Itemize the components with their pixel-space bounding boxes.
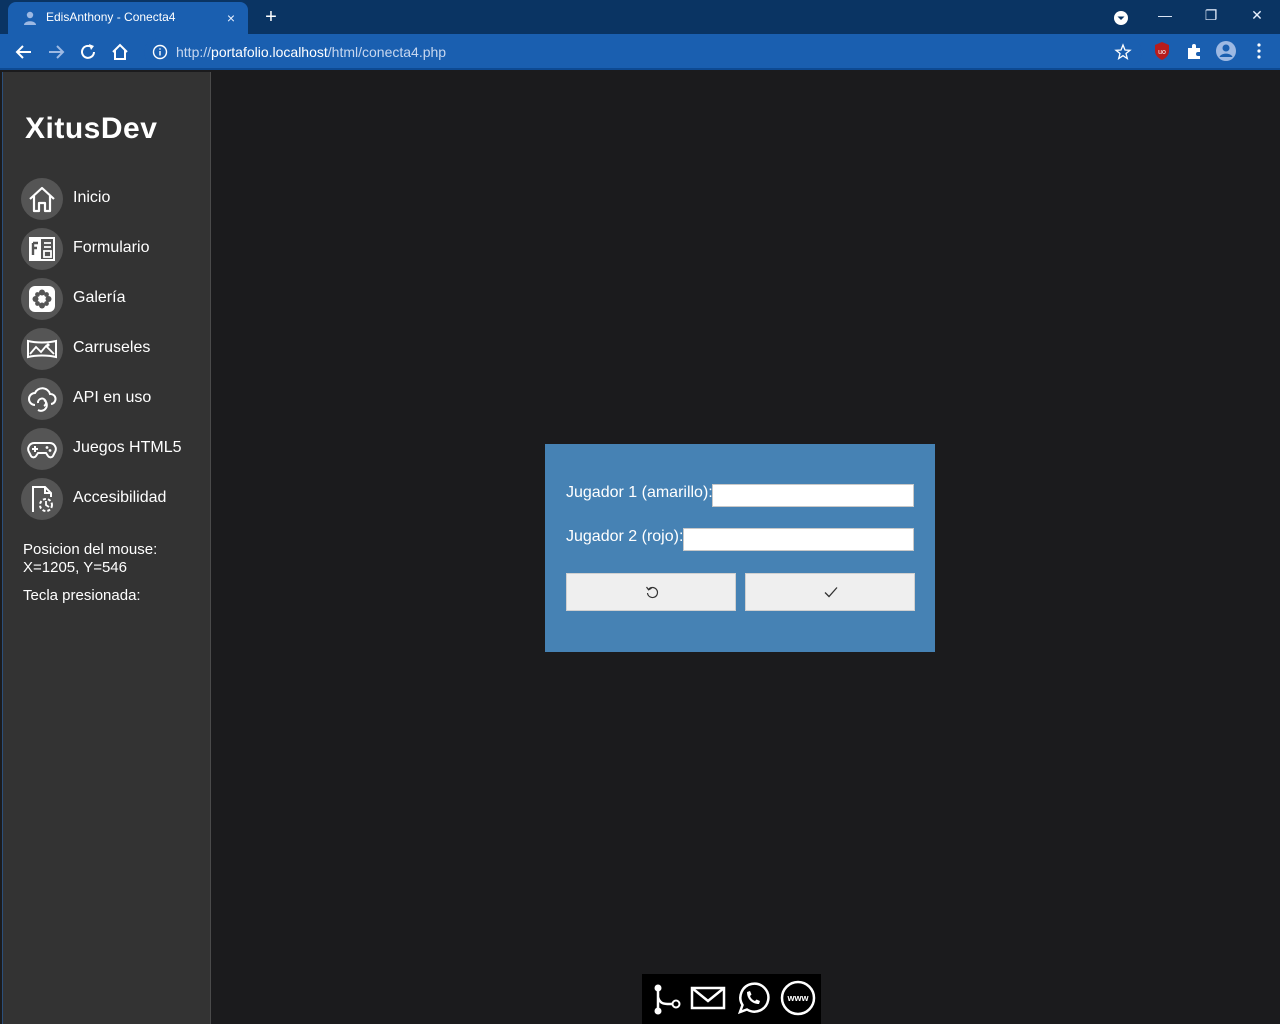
new-tab-button[interactable]: + xyxy=(258,5,284,29)
key-pressed-label: Tecla presionada: xyxy=(23,587,141,604)
mouse-position-value: X=1205, Y=546 xyxy=(23,559,127,576)
browser-titlebar: EdisAnthony - Conecta4 × + — ❐ ✕ xyxy=(0,0,1280,34)
tab-title: EdisAnthony - Conecta4 xyxy=(46,10,176,24)
git-icon[interactable] xyxy=(646,979,684,1017)
home-icon[interactable] xyxy=(106,38,134,66)
sidebar-item-galeria[interactable]: Galería xyxy=(21,278,206,322)
browser-menu-icon[interactable] xyxy=(1248,40,1270,62)
close-window-button[interactable]: ✕ xyxy=(1234,0,1280,34)
www-icon[interactable]: www xyxy=(779,979,817,1017)
minimize-button[interactable]: — xyxy=(1142,0,1188,34)
player2-label: Jugador 2 (rojo): xyxy=(566,528,684,545)
player1-label: Jugador 1 (amarillo): xyxy=(566,484,713,501)
sidebar-item-label: Carruseles xyxy=(73,339,151,356)
extensions-puzzle-icon[interactable] xyxy=(1183,40,1205,62)
check-icon xyxy=(824,587,838,598)
ublock-icon[interactable]: uo xyxy=(1151,40,1173,62)
restore-button[interactable]: ❐ xyxy=(1188,0,1234,34)
url-text: http://portafolio.localhost/html/conecta… xyxy=(176,44,447,60)
profile-avatar-icon[interactable] xyxy=(1215,40,1237,62)
tab-close-icon[interactable]: × xyxy=(222,9,240,27)
sidebar-item-accesibilidad[interactable]: Accesibilidad xyxy=(21,478,206,522)
sidebar-item-formulario[interactable]: Formulario xyxy=(21,228,206,272)
bookmark-star-icon[interactable] xyxy=(1114,43,1132,61)
sidebar: XitusDev Inicio Formulario Galería Carru… xyxy=(2,72,211,1024)
back-arrow-icon[interactable] xyxy=(10,38,38,66)
form-icon xyxy=(21,228,63,270)
brand-logo-text: XitusDev xyxy=(25,112,158,145)
player1-input[interactable] xyxy=(712,484,914,507)
sidebar-item-label: Accesibilidad xyxy=(73,489,167,506)
sidebar-item-label: Inicio xyxy=(73,189,111,206)
svg-text:www: www xyxy=(786,993,809,1003)
site-info-icon[interactable] xyxy=(152,44,168,60)
profile-favicon-icon xyxy=(24,11,36,25)
home-icon xyxy=(21,178,63,220)
sidebar-item-carruseles[interactable]: Carruseles xyxy=(21,328,206,372)
sidebar-item-inicio[interactable]: Inicio xyxy=(21,178,206,222)
sidebar-item-label: Formulario xyxy=(73,239,150,256)
player-names-dialog: Jugador 1 (amarillo): Jugador 2 (rojo): xyxy=(545,444,935,652)
reload-icon[interactable] xyxy=(74,38,102,66)
gamepad-icon xyxy=(21,428,63,470)
address-bar[interactable]: http://portafolio.localhost/html/conecta… xyxy=(144,38,1142,66)
mouse-position-label: Posicion del mouse: xyxy=(23,541,158,558)
confirm-button[interactable] xyxy=(745,573,915,611)
gallery-icon xyxy=(21,278,63,320)
player2-input[interactable] xyxy=(683,528,914,551)
accessibility-icon xyxy=(21,478,63,520)
footer-links: www xyxy=(642,974,821,1024)
sidebar-item-label: Juegos HTML5 xyxy=(73,439,182,456)
sidebar-item-label: Galería xyxy=(73,289,126,306)
reset-button[interactable] xyxy=(566,573,736,611)
reset-icon xyxy=(646,586,659,599)
whatsapp-icon[interactable] xyxy=(734,979,772,1017)
mail-icon[interactable] xyxy=(689,979,727,1017)
sidebar-item-label: API en uso xyxy=(73,389,152,406)
browser-tab[interactable]: EdisAnthony - Conecta4 × xyxy=(8,2,248,34)
sidebar-item-api[interactable]: API en uso xyxy=(21,378,206,422)
svg-text:uo: uo xyxy=(1158,49,1166,56)
api-cloud-icon xyxy=(21,378,63,420)
tab-search-icon[interactable] xyxy=(1110,7,1132,29)
sidebar-item-juegos[interactable]: Juegos HTML5 xyxy=(21,428,206,472)
carousel-icon xyxy=(21,328,63,370)
forward-arrow-icon[interactable] xyxy=(42,38,70,66)
browser-toolbar: http://portafolio.localhost/html/conecta… xyxy=(0,34,1280,70)
